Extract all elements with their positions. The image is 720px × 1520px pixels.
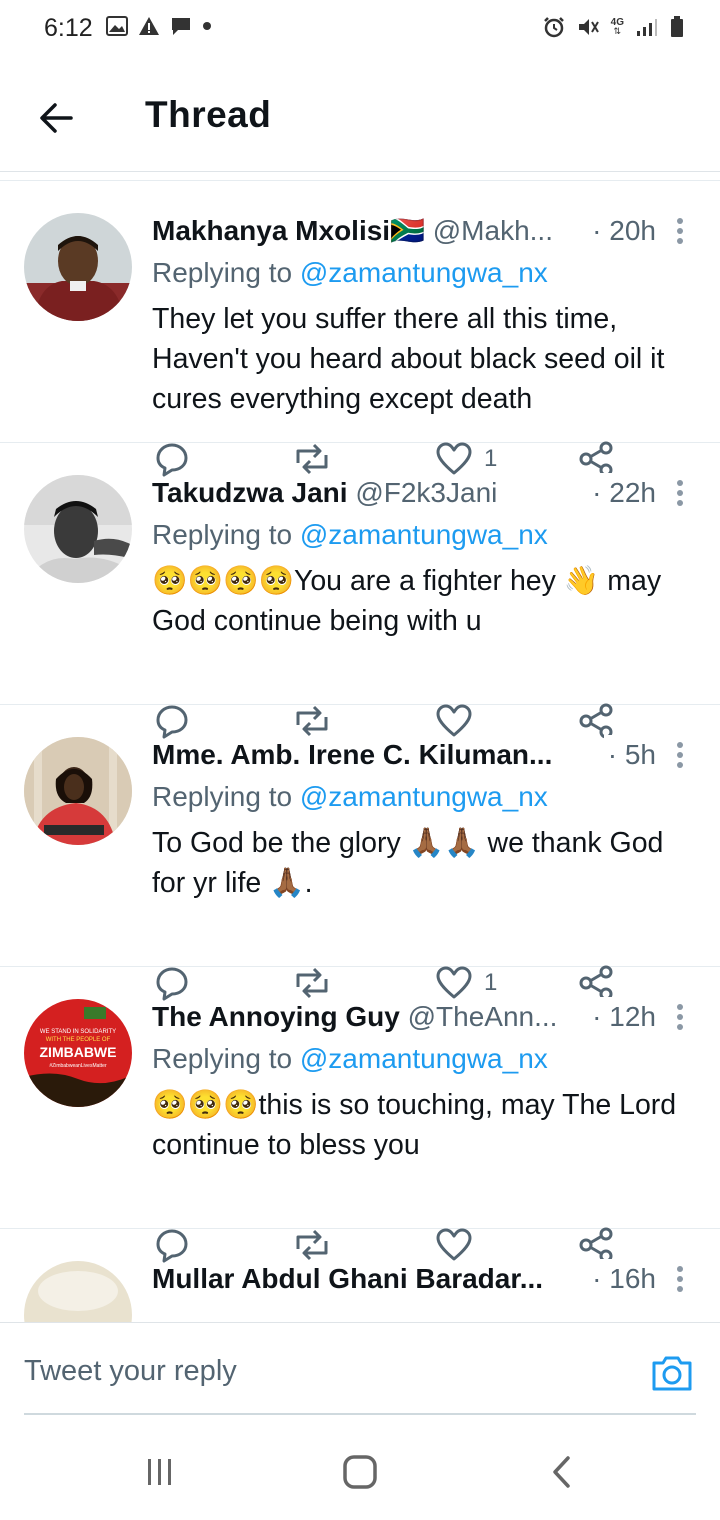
reply-to-handle[interactable]: @zamantungwa_nx [300,257,548,288]
app-header: Thread [0,60,720,172]
reply-composer: Tweet your reply [0,1322,720,1422]
tweet-header: Mme. Amb. Irene C. Kiluman... [152,735,672,775]
image-icon [106,16,128,36]
replying-to: Replying to @zamantungwa_nx [152,515,548,555]
tweet[interactable]: Makhanya Mxolisi🇿🇦 @Makh... · 20h Replyi… [0,181,720,477]
author-handle[interactable]: @Makh... [433,215,553,246]
tweet-time: · 12h [588,997,656,1037]
tweet-time: · 20h [588,211,656,251]
author-name[interactable]: Makhanya Mxolisi [152,215,390,246]
reply-input[interactable]: Tweet your reply [24,1355,237,1388]
tweet-text: 🥺🥺🥺this is so touching, may The Lord con… [152,1089,677,1161]
status-time: 6:12 [44,14,93,42]
author-name[interactable]: Takudzwa Jani [152,477,348,508]
reply-prefix: Replying to [152,519,293,550]
back-button[interactable] [32,94,80,142]
tweet-time: · 22h [588,473,656,513]
tweet-text: To God be the glory 🙏🏾🙏🏾 we thank God fo… [152,827,664,899]
avatar[interactable]: WE STAND IN SOLIDARITY WITH THE PEOPLE O… [24,999,132,1107]
more-vertical-icon[interactable] [670,477,690,509]
avatar[interactable] [24,737,132,845]
replying-to: Replying to @zamantungwa_nx [152,777,548,817]
avatar[interactable] [24,213,132,321]
signal-icon [637,19,657,36]
tweet[interactable]: Takudzwa Jani @F2k3Jani · 22h Replying t… [0,443,720,739]
arrow-left-icon [40,103,73,133]
tweet-text: They let you suffer there all this time,… [152,303,665,415]
network-4g-icon: 4G ⇅ [610,17,624,36]
flag-emoji: 🇿🇦 [390,215,425,246]
recent-apps-button[interactable] [140,1452,180,1492]
reply-to-handle[interactable]: @zamantungwa_nx [300,781,548,812]
warning-icon [139,17,159,35]
status-bar: 6:12 4G ⇅ [0,0,720,60]
home-button[interactable] [340,1452,380,1492]
avatar-text-line2: WITH THE PEOPLE OF [46,1037,111,1043]
camera-icon [652,1356,692,1391]
author-name[interactable]: Mullar Abdul Ghani Baradar... [152,1263,543,1294]
tweet[interactable]: WE STAND IN SOLIDARITY WITH THE PEOPLE O… [0,967,720,1263]
tweet[interactable]: Mme. Amb. Irene C. Kiluman... · 5h Reply… [0,705,720,1001]
camera-button[interactable] [650,1351,694,1395]
status-left-icons [106,16,212,36]
page-title: Thread [145,94,272,135]
avatar[interactable] [24,1261,132,1322]
status-right-icons: 4G ⇅ [543,16,684,38]
more-vertical-icon[interactable] [670,739,690,771]
reply-to-handle[interactable]: @zamantungwa_nx [300,1043,548,1074]
replying-to: Replying to @zamantungwa_nx [152,1039,548,1079]
tweet-text: 🥺🥺🥺🥺You are a fighter hey 👋 may God cont… [152,565,662,637]
reply-to-handle[interactable]: @zamantungwa_nx [300,519,548,550]
reply-prefix: Replying to [152,781,293,812]
mute-icon [578,19,599,35]
author-handle[interactable]: @TheAnn... [408,1001,558,1032]
home-icon [343,1455,377,1489]
tweet[interactable]: Mullar Abdul Ghani Baradar... · 16h [0,1229,720,1322]
thread-list[interactable]: Makhanya Mxolisi🇿🇦 @Makh... · 20h Replyi… [0,180,720,1322]
more-vertical-icon[interactable] [670,1263,690,1295]
more-vertical-icon[interactable] [670,1001,690,1033]
tweet-time: · 16h [588,1259,656,1299]
replying-to: Replying to @zamantungwa_nx [152,253,548,293]
chevron-left-icon [553,1456,570,1488]
author-name[interactable]: The Annoying Guy [152,1001,400,1032]
dot-icon [203,22,211,30]
author-name[interactable]: Mme. Amb. Irene C. Kiluman... [152,739,552,770]
author-handle[interactable]: @F2k3Jani [355,477,497,508]
reply-prefix: Replying to [152,257,293,288]
battery-icon [671,16,683,37]
avatar-text-line1: WE STAND IN SOLIDARITY [40,1029,116,1035]
reply-underline [24,1413,696,1415]
alarm-icon [543,17,564,38]
nav-back-button[interactable] [542,1452,582,1492]
avatar-text-line3: ZIMBABWE [40,1044,117,1060]
avatar-text-line4: #ZimbabweanLivesMatter [49,1063,107,1069]
system-nav-bar [0,1422,720,1520]
tweet-time: · 5h [603,735,656,775]
reply-prefix: Replying to [152,1043,293,1074]
more-vertical-icon[interactable] [670,215,690,247]
chat-bubble-icon [172,18,190,35]
avatar[interactable] [24,475,132,583]
recent-apps-icon [148,1459,171,1485]
